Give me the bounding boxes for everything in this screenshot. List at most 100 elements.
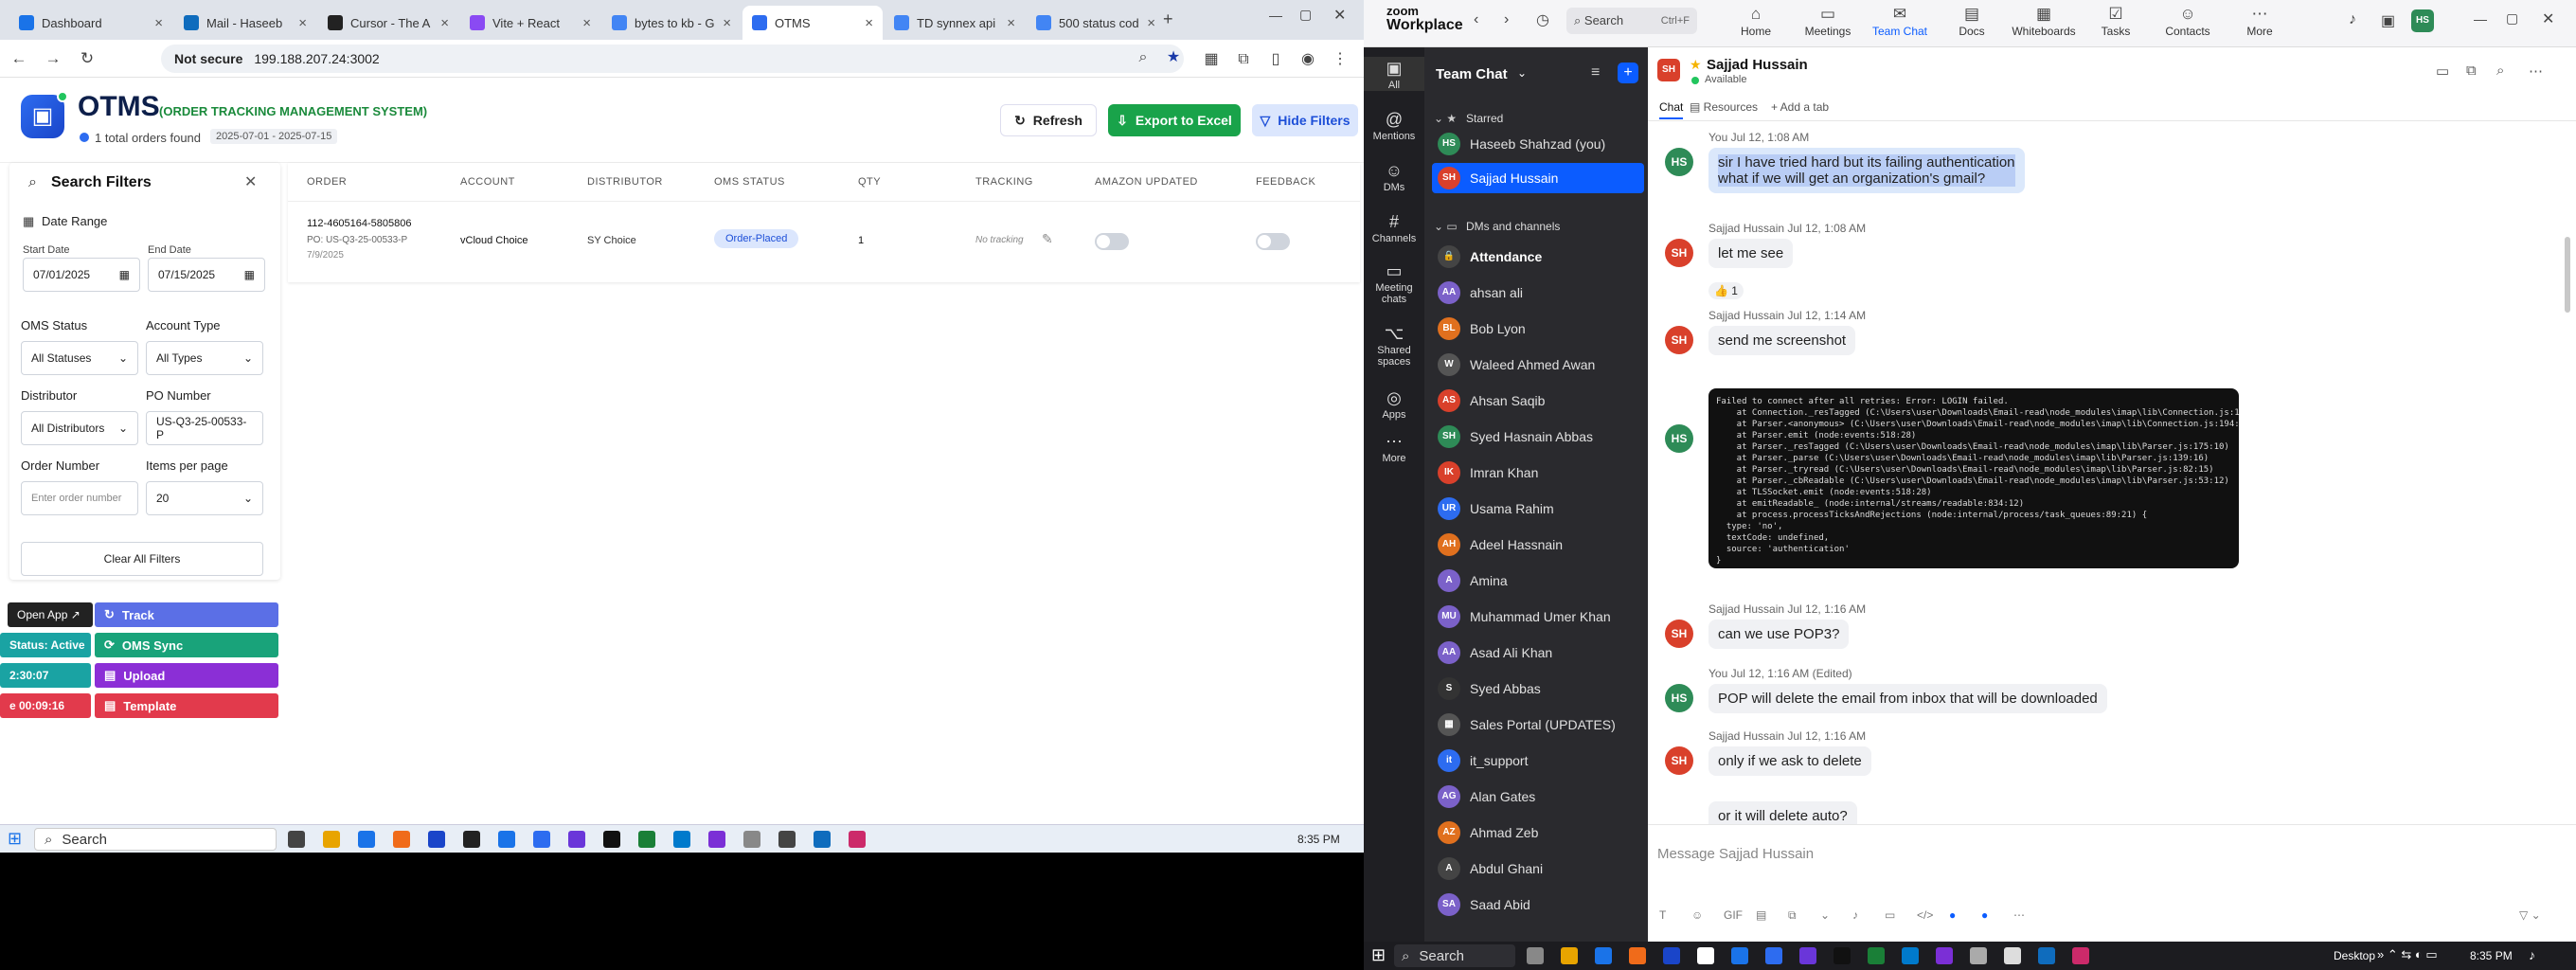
contact-item[interactable]: IK Imran Khan — [1432, 458, 1644, 488]
collapse-icon[interactable]: ⌄ ★ — [1434, 112, 1457, 125]
taskbar-app-icon[interactable] — [778, 831, 796, 848]
clear-all-filters-button[interactable]: Clear All Filters — [21, 542, 263, 576]
taskbar-app-icon[interactable] — [1697, 947, 1714, 964]
contact-item[interactable]: HS Haseeb Shahzad (you) — [1432, 129, 1644, 159]
contact-item[interactable]: W Waleed Ahmed Awan — [1432, 350, 1644, 380]
zoom-lens-icon[interactable]: ⌕ — [1133, 47, 1154, 68]
taskbar-app-icon[interactable] — [638, 831, 655, 848]
close-window-icon[interactable]: ✕ — [2542, 9, 2554, 28]
nav-tab-contacts[interactable]: ☺ Contacts — [2152, 4, 2224, 45]
rail-item-all[interactable]: ▣ All — [1364, 57, 1424, 91]
contact-item[interactable]: MU Muhammad Umer Khan — [1432, 602, 1644, 632]
taskbar-app-icon[interactable] — [743, 831, 760, 848]
send-options-icon[interactable]: ▽ ⌄ — [2519, 908, 2541, 922]
tab-close-icon[interactable]: × — [723, 15, 731, 31]
taskbar-app-icon[interactable] — [1595, 947, 1612, 964]
start-date-input[interactable]: 07/01/2025 ▦ — [23, 258, 140, 292]
rail-item-channels[interactable]: # Channels — [1364, 210, 1424, 244]
taskbar-app-icon[interactable] — [323, 831, 340, 848]
taskbar-app-icon[interactable] — [2004, 947, 2021, 964]
contact-item[interactable]: AA ahsan ali — [1432, 278, 1644, 308]
message-bubble[interactable]: only if we ask to delete — [1708, 746, 1871, 776]
system-tray-icons[interactable]: » ⌃ ⇆ ◐ ▭ — [2377, 947, 2438, 962]
tab-close-icon[interactable]: × — [154, 15, 163, 31]
contact-item[interactable]: AG Alan Gates — [1432, 781, 1644, 812]
maximize-icon[interactable]: ▢ — [2506, 10, 2518, 27]
reaction-thumbs-up[interactable]: 👍 1 — [1708, 282, 1744, 299]
browser-tab[interactable]: Cursor - The A × — [318, 6, 458, 40]
contact-item[interactable]: UR Usama Rahim — [1432, 494, 1644, 524]
maximize-icon[interactable]: ▢ — [1299, 7, 1312, 23]
contact-item[interactable]: it it_support — [1432, 745, 1644, 776]
contact-item[interactable]: AH Adeel Hassnain — [1432, 530, 1644, 560]
gif-icon[interactable]: GIF — [1724, 908, 1743, 922]
tab-resources[interactable]: ▤ Resources — [1690, 100, 1758, 114]
export-excel-button[interactable]: ⇩ Export to Excel — [1108, 104, 1241, 136]
video-icon[interactable]: ▭ — [1885, 908, 1895, 922]
taskbar-app-icon[interactable] — [1868, 947, 1885, 964]
track-button[interactable]: ↻ Track — [95, 602, 278, 627]
refresh-button[interactable]: ↻ Refresh — [1000, 104, 1097, 136]
contact-item[interactable]: SA Saad Abid — [1432, 889, 1644, 920]
browser-menu-icon[interactable]: ⋮ — [1330, 49, 1351, 70]
back-icon[interactable]: ‹ — [1474, 11, 1478, 28]
taskbar-app-icon[interactable] — [603, 831, 620, 848]
new-chat-plus-icon[interactable]: + — [1618, 63, 1638, 83]
taskbar-app-icon[interactable] — [1527, 947, 1544, 964]
taskbar-app-icon[interactable] — [1834, 947, 1851, 964]
file-icon[interactable]: ▤ — [1756, 908, 1766, 922]
close-window-icon[interactable]: ✕ — [1333, 6, 1346, 25]
upload-button[interactable]: ▤ Upload — [95, 663, 278, 688]
taskbar-app-icon[interactable] — [498, 831, 515, 848]
taskbar-app-icon[interactable] — [1629, 947, 1646, 964]
taskbar-app-icon[interactable] — [1663, 947, 1680, 964]
order-id[interactable]: 112-4605164-5805806 — [307, 218, 412, 229]
tab-close-icon[interactable]: × — [582, 15, 591, 31]
back-icon[interactable]: ← — [8, 47, 30, 70]
chevron-down-icon[interactable]: ⌄ — [1517, 66, 1527, 80]
taskbar-app-icon[interactable] — [288, 831, 305, 848]
bell-icon[interactable]: ♪ — [2349, 11, 2356, 28]
open-app-button[interactable]: Open App ↗ — [8, 602, 93, 627]
tab-close-icon[interactable]: × — [865, 15, 873, 31]
taskbar-app-icon[interactable] — [814, 831, 831, 848]
minimize-icon[interactable]: — — [1269, 8, 1282, 23]
contact-item[interactable]: 🔒 Attendance — [1432, 242, 1644, 272]
nav-tab-more[interactable]: ⋯ More — [2224, 4, 2296, 45]
po-number-input[interactable]: US-Q3-25-00533-P — [146, 411, 263, 445]
filter-icon[interactable]: ≡ — [1591, 64, 1600, 81]
rail-item-mentions[interactable]: @ Mentions — [1364, 108, 1424, 142]
apps-icon[interactable]: ▣ — [2381, 11, 2395, 30]
extensions-grid-icon[interactable]: ▦ — [1201, 49, 1222, 70]
taskbar-app-icon[interactable] — [1561, 947, 1578, 964]
oms-status-select[interactable]: All Statuses ⌄ — [21, 341, 138, 375]
hide-filters-button[interactable]: ▽ Hide Filters — [1252, 104, 1358, 136]
edit-pencil-icon[interactable]: ✎ — [1042, 231, 1053, 247]
distributor-select[interactable]: All Distributors ⌄ — [21, 411, 138, 445]
emoji-icon[interactable]: ☺ — [1691, 908, 1703, 922]
more-options-icon[interactable]: ⋯ — [2529, 63, 2543, 80]
scrollbar[interactable] — [2565, 237, 2570, 313]
message-input[interactable]: Message Sajjad Hussain — [1657, 846, 1814, 862]
message-bubble[interactable]: let me see — [1708, 239, 1794, 268]
browser-tab[interactable]: bytes to kb - G × — [602, 6, 741, 40]
nav-tab-home[interactable]: ⌂ Home — [1720, 4, 1792, 45]
feedback-toggle[interactable] — [1256, 233, 1290, 250]
contact-item[interactable]: AA Asad Ali Khan — [1432, 638, 1644, 668]
notification-icon[interactable]: ♪ — [2529, 947, 2535, 962]
tab-close-icon[interactable]: × — [298, 15, 307, 31]
order-number-input[interactable]: Enter order number — [21, 481, 138, 515]
contact-item[interactable]: SH Syed Hasnain Abbas — [1432, 422, 1644, 452]
rail-item-meeting-chats[interactable]: ▭ Meeting chats — [1364, 260, 1424, 305]
nav-tab-whiteboards[interactable]: ▦ Whiteboards — [2008, 4, 2080, 45]
message-bubble[interactable]: send me screenshot — [1708, 326, 1856, 355]
tab-chat[interactable]: Chat — [1659, 100, 1684, 119]
taskbar-search-box[interactable]: ⌕ Search — [34, 828, 277, 851]
taskbar-app-icon[interactable] — [568, 831, 585, 848]
taskbar-app-icon[interactable] — [1765, 947, 1782, 964]
close-filters-icon[interactable]: ✕ — [244, 172, 257, 191]
amazon-updated-toggle[interactable] — [1095, 233, 1129, 250]
code-snippet-icon[interactable]: </> — [1917, 908, 1933, 922]
tab-close-icon[interactable]: × — [440, 15, 449, 31]
contact-item[interactable]: AS Ahsan Saqib — [1432, 386, 1644, 416]
